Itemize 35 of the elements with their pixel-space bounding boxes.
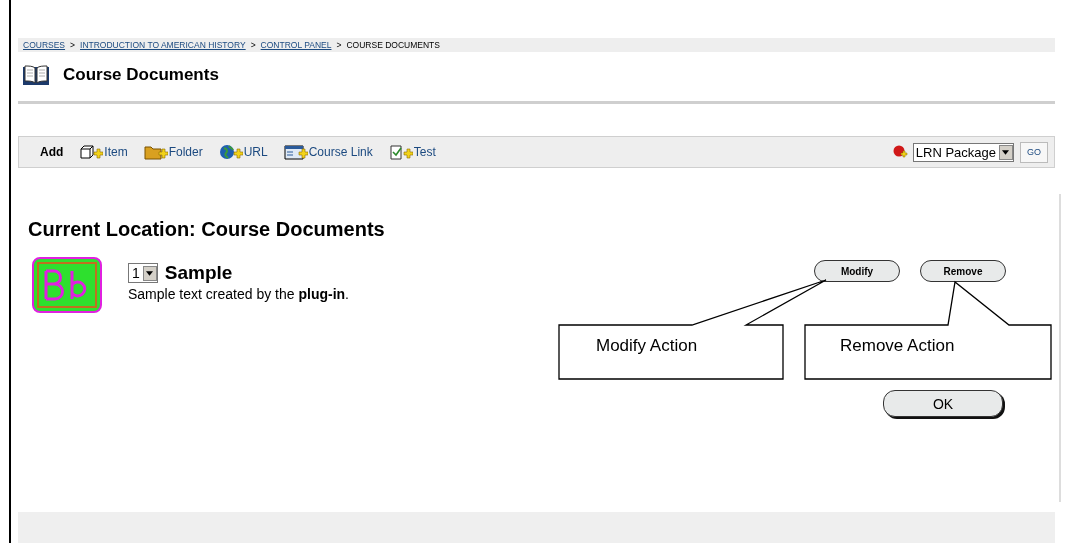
dropdown-arrow-icon — [146, 270, 154, 276]
order-dropdown[interactable]: 1 — [128, 263, 158, 283]
breadcrumb-separator: > — [250, 40, 256, 50]
breadcrumb-separator: > — [336, 40, 342, 50]
dropdown-arrow-icon — [1002, 149, 1010, 155]
ok-button[interactable]: OK — [883, 390, 1003, 417]
go-button[interactable]: GO — [1020, 141, 1048, 163]
breadcrumb-current: COURSE DOCUMENTS — [346, 40, 440, 50]
toolbar-link[interactable]: URL — [218, 144, 268, 160]
ball-plus-icon — [892, 145, 909, 159]
checklist-plus-icon — [388, 144, 413, 160]
location-heading: Current Location: Course Documents — [27, 217, 386, 241]
breadcrumb-link[interactable]: COURSES — [23, 40, 66, 50]
toolbar-link[interactable]: Test — [388, 144, 436, 160]
toolbar-link[interactable]: Course Link — [283, 144, 373, 160]
bb-logo-icon — [32, 257, 102, 313]
toolbar-link[interactable]: Item — [79, 144, 128, 160]
book-icon — [22, 64, 50, 86]
page-title: Course Documents — [63, 65, 219, 85]
globe-plus-icon — [218, 144, 243, 160]
add-label: Add — [40, 145, 64, 159]
item-title: Sample — [164, 262, 233, 284]
cube-plus-icon — [79, 144, 104, 160]
folder-plus-icon — [143, 144, 168, 160]
window-plus-icon — [283, 144, 308, 160]
action-button[interactable]: Remove — [920, 260, 1006, 282]
callout-label: Remove Action — [840, 336, 955, 356]
package-dropdown[interactable]: LRN Package — [912, 142, 1014, 162]
action-button[interactable]: Modify — [814, 260, 900, 282]
breadcrumb-separator: > — [70, 40, 75, 50]
item-description: Sample text created by the plug-in. — [128, 286, 349, 302]
toolbar-link[interactable]: Folder — [143, 144, 203, 160]
callout-label: Modify Action — [596, 336, 698, 356]
breadcrumb-link[interactable]: CONTROL PANEL — [260, 40, 332, 50]
breadcrumb-link[interactable]: INTRODUCTION TO AMERICAN HISTORY — [80, 40, 246, 50]
